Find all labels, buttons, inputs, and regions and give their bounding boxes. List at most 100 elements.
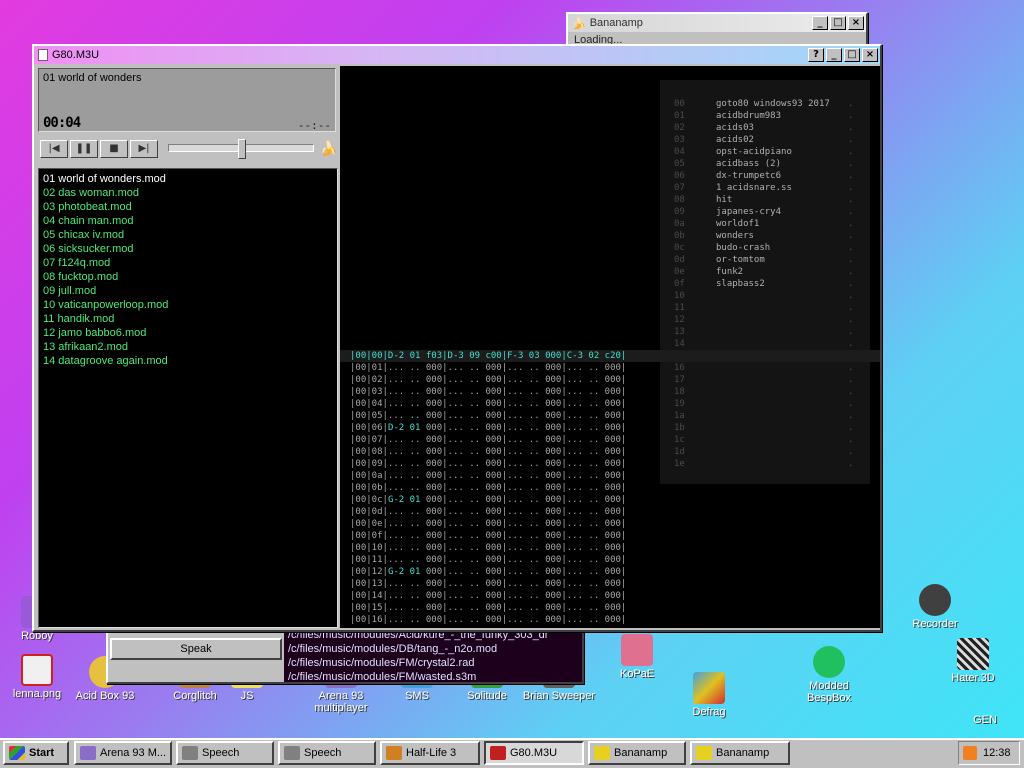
instrument-row[interactable]: 19. <box>674 398 870 410</box>
instrument-row[interactable]: 0a worldof1. <box>674 218 870 230</box>
taskbar-button[interactable]: Bananamp <box>588 741 686 765</box>
taskbar-button[interactable]: Bananamp <box>690 741 790 765</box>
desktop-icon-hater3d[interactable]: Hater.3D <box>936 638 1010 684</box>
instrument-name <box>716 422 848 434</box>
instrument-number: 0f <box>674 279 685 289</box>
playlist-item[interactable]: 13 afrikaan2.mod <box>43 340 333 354</box>
taskbar-button[interactable]: Arena 93 M... <box>74 741 172 765</box>
instrument-row[interactable]: 17. <box>674 374 870 386</box>
instrument-row[interactable]: 1e. <box>674 458 870 470</box>
instrument-row[interactable]: 00 goto80 windows93 2017. <box>674 98 870 110</box>
instrument-row[interactable]: 08 hit. <box>674 194 870 206</box>
next-button[interactable]: ▶| <box>130 140 158 158</box>
desktop-icon-recorder[interactable]: Recorder <box>898 584 972 630</box>
desktop-icon-gen[interactable]: GEN <box>948 714 1022 726</box>
instrument-name: goto80 windows93 2017 <box>716 99 830 109</box>
maximize-button[interactable]: □ <box>844 48 860 62</box>
instrument-row[interactable]: 03 acids02. <box>674 134 870 146</box>
desktop-icon-modded-bespbox[interactable]: Modded BespBox <box>792 646 866 704</box>
instrument-name <box>716 314 848 326</box>
instrument-row[interactable]: 0c budo-crash. <box>674 242 870 254</box>
taskbar-button[interactable]: Speech <box>176 741 274 765</box>
close-button[interactable]: × <box>862 48 878 62</box>
desktop-icon-defrag[interactable]: Defrag <box>672 672 746 718</box>
instrument-row[interactable]: 12. <box>674 314 870 326</box>
playlist-item-active[interactable]: 01 world of wonders.mod <box>43 172 333 186</box>
playlist-item[interactable]: 05 chicax iv.mod <box>43 228 333 242</box>
playlist-item[interactable]: 06 sicksucker.mod <box>43 242 333 256</box>
pause-button[interactable]: ❚❚ <box>70 140 98 158</box>
instrument-row[interactable]: 1a. <box>674 410 870 422</box>
taskbar-button[interactable]: G80.M3U <box>484 741 584 765</box>
instrument-marker: . <box>848 375 854 385</box>
instrument-marker: . <box>848 339 854 349</box>
minimize-button[interactable]: _ <box>826 48 842 62</box>
instrument-row[interactable]: 09 japanes-cry4. <box>674 206 870 218</box>
instrument-row[interactable]: 02 acids03. <box>674 122 870 134</box>
instrument-row[interactable]: 0e funk2. <box>674 266 870 278</box>
pattern-row: |00|06|D-2 01 000|... .. 000|... .. 000|… <box>350 423 627 433</box>
rss-icon[interactable] <box>963 746 977 760</box>
player-titlebar[interactable]: G80.M3U ? _ □ × <box>34 46 880 64</box>
playlist-item[interactable]: 08 fucktop.mod <box>43 270 333 284</box>
elapsed-time: 00:04 <box>43 115 81 131</box>
instrument-name: acids02 <box>716 135 754 145</box>
playlist[interactable]: 01 world of wonders.mod 02 das woman.mod… <box>38 168 338 628</box>
instrument-marker: . <box>848 183 854 193</box>
previous-button[interactable]: |◀ <box>40 140 68 158</box>
instrument-row[interactable]: 16. <box>674 362 870 374</box>
instrument-row[interactable]: 0f slapbass2. <box>674 278 870 290</box>
instrument-row[interactable]: 1c. <box>674 434 870 446</box>
volume-slider[interactable] <box>168 139 314 159</box>
taskbar-button[interactable]: Half-Life 3 <box>380 741 480 765</box>
playlist-item[interactable]: 04 chain man.mod <box>43 214 333 228</box>
taskbar-button[interactable]: Speech <box>278 741 376 765</box>
instrument-number: 1b <box>674 423 685 433</box>
instrument-row[interactable]: 11. <box>674 302 870 314</box>
instrument-row[interactable]: 01 acidbdrum983. <box>674 110 870 122</box>
banana-icon[interactable]: 🍌 <box>320 140 337 157</box>
playlist-item[interactable]: 11 handik.mod <box>43 312 333 326</box>
instrument-row[interactable]: 10. <box>674 290 870 302</box>
playlist-item[interactable]: 03 photobeat.mod <box>43 200 333 214</box>
desktop-icon-lenna[interactable]: lenna.png <box>0 654 74 700</box>
instrument-name: wonders <box>716 231 754 241</box>
maximize-button[interactable]: □ <box>830 16 846 30</box>
instrument-row[interactable]: 05 acidbass (2). <box>674 158 870 170</box>
instrument-row[interactable]: 07 1 acidsnare.ss. <box>674 182 870 194</box>
instrument-name <box>716 302 848 314</box>
playlist-item[interactable]: 12 jamo babbo6.mod <box>43 326 333 340</box>
instrument-row[interactable]: 04 opst-acidpiano. <box>674 146 870 158</box>
instrument-row[interactable]: 1b. <box>674 422 870 434</box>
instrument-number: 09 <box>674 207 685 217</box>
instrument-row[interactable]: 06 dx-trumpetc6. <box>674 170 870 182</box>
instrument-name: funk2 <box>716 267 744 277</box>
bananamp-titlebar[interactable]: 🍌 Bananamp _ □ × <box>568 14 866 32</box>
playlist-item[interactable]: 02 das woman.mod <box>43 186 333 200</box>
desktop-icon-kopae[interactable]: KoPaE <box>600 634 674 680</box>
instrument-row[interactable]: 13. <box>674 326 870 338</box>
instrument-row[interactable]: 1d. <box>674 446 870 458</box>
instrument-row[interactable]: 14. <box>674 338 870 350</box>
help-button[interactable]: ? <box>808 48 824 62</box>
pattern-row: |00|03|... .. 000|... .. 000|... .. 000|… <box>350 387 627 397</box>
volume-thumb[interactable] <box>238 139 246 159</box>
playlist-item[interactable]: 09 jull.mod <box>43 284 333 298</box>
playlist-item[interactable]: 07 f124q.mod <box>43 256 333 270</box>
instrument-name <box>716 290 848 302</box>
instrument-name <box>716 434 848 446</box>
stop-button[interactable]: ■ <box>100 140 128 158</box>
playlist-item[interactable]: 10 vaticanpowerloop.mod <box>43 298 333 312</box>
instrument-marker: . <box>848 99 854 109</box>
instrument-row[interactable]: 0b wonders. <box>674 230 870 242</box>
player-window[interactable]: G80.M3U ? _ □ × 01 world of wonders 00:0… <box>32 44 882 632</box>
close-button[interactable]: × <box>848 16 864 30</box>
minimize-button[interactable]: _ <box>812 16 828 30</box>
speech-icon <box>284 746 300 760</box>
playlist-item[interactable]: 14 datagroove again.mod <box>43 354 333 368</box>
instrument-row[interactable]: 0d or-tomtom. <box>674 254 870 266</box>
instrument-row[interactable]: 18. <box>674 386 870 398</box>
start-button[interactable]: Start <box>3 741 69 765</box>
speak-button[interactable]: Speak <box>110 638 282 660</box>
instrument-number: 03 <box>674 135 685 145</box>
